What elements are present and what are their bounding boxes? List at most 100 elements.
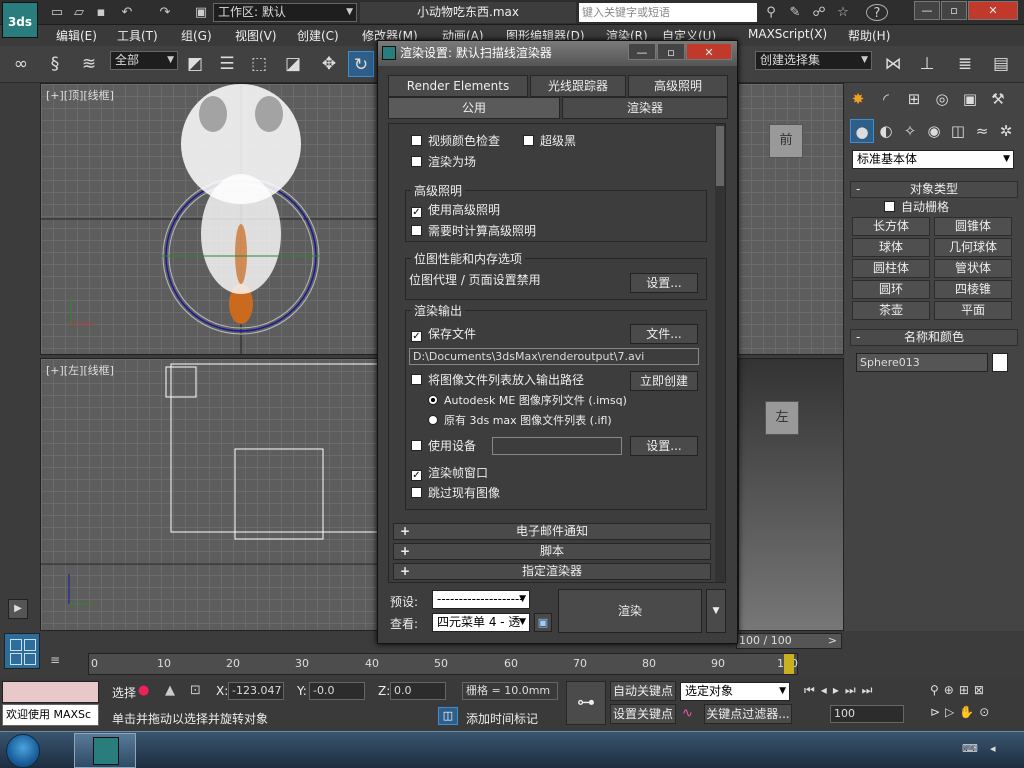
output-path-field[interactable]: D:\Documents\3dsMax\renderoutput\7.avi [409, 348, 699, 365]
utilities-tab-icon[interactable]: ⚒ [986, 87, 1010, 111]
cone-button[interactable]: 圆锥体 [934, 217, 1012, 236]
save-file-icon[interactable]: ▪ [92, 4, 110, 21]
set-key-icon[interactable]: ⊶ [566, 681, 606, 725]
menu-group[interactable]: 组(G) [181, 27, 212, 44]
key-tangent-icon[interactable]: ∿ [682, 706, 700, 722]
binoculars-icon[interactable]: ⚲ [762, 4, 780, 21]
systems-icon[interactable]: ✲ [994, 119, 1018, 143]
box-button[interactable]: 长方体 [852, 217, 930, 236]
tab-common[interactable]: 公用 [388, 97, 560, 119]
play-small-icon[interactable]: ▶ [8, 599, 28, 619]
maximize-button[interactable]: ▫ [941, 1, 967, 20]
put-image-list-checkbox[interactable]: 将图像文件列表放入输出路径 [411, 371, 584, 389]
hierarchy-tab-icon[interactable]: ⊞ [902, 87, 926, 111]
selection-filter-dropdown[interactable]: 全部 ▼ [110, 51, 178, 70]
app-logo-button[interactable]: 3ds [2, 2, 38, 38]
dialog-scrollbar[interactable] [715, 124, 725, 582]
modify-tab-icon[interactable]: ◜ [874, 87, 898, 111]
files-button[interactable]: 文件... [630, 324, 698, 344]
keyboard-icon[interactable]: ⌨ [962, 742, 978, 756]
redo-icon[interactable]: ↷ [156, 4, 174, 21]
menu-tools[interactable]: 工具(T) [117, 27, 158, 44]
tab-raytracer[interactable]: 光线跟踪器 [530, 75, 626, 97]
compute-adv-lighting-checkbox[interactable]: 需要时计算高级照明 [411, 222, 536, 240]
lock-view-icon[interactable]: ▣ [534, 613, 552, 632]
dialog-minimize-button[interactable]: — [628, 43, 656, 60]
rectangular-selection-icon[interactable]: ⬚ [246, 51, 272, 77]
torus-button[interactable]: 圆环 [852, 280, 930, 299]
viewport-nav-controls-bottom[interactable]: ⊳▷✋⊙ [930, 705, 1022, 723]
name-color-rollout[interactable]: - 名称和颜色 [850, 329, 1018, 346]
use-device-checkbox[interactable]: 使用设备 [411, 437, 476, 455]
device-setup-button[interactable]: 设置... [630, 436, 698, 456]
helpers-icon[interactable]: ◫ [946, 119, 970, 143]
set-key-button[interactable]: 设置关键点 [610, 704, 676, 724]
align-icon[interactable]: ⊥ [914, 51, 940, 77]
object-name-input[interactable]: Sphere013 [856, 353, 988, 372]
viewport-front[interactable]: 前 [738, 83, 844, 355]
key-mode-dropdown[interactable]: 选定对象 ▼ [680, 682, 790, 701]
open-file-icon[interactable]: ▱ [70, 4, 88, 21]
menu-maxscript[interactable]: MAXScript(X) [748, 27, 827, 41]
geosphere-button[interactable]: 几何球体 [934, 238, 1012, 257]
close-button[interactable]: ✕ [968, 1, 1018, 20]
auto-key-button[interactable]: 自动关键点 [610, 681, 676, 701]
sphere-button[interactable]: 球体 [852, 238, 930, 257]
auto-grid-checkbox[interactable]: 自动栅格 [884, 198, 949, 216]
window-crossing-icon[interactable]: ◪ [280, 51, 306, 77]
lights-icon[interactable]: ✧ [898, 119, 922, 143]
geometry-icon[interactable]: ● [850, 119, 874, 143]
preset-dropdown[interactable]: -------------------- ▼ [432, 590, 530, 609]
time-tag-icon[interactable]: ◫ [438, 707, 458, 725]
bitmap-setup-button[interactable]: 设置... [630, 273, 698, 293]
graphite-toolbar-icon[interactable]: ▤ [988, 51, 1014, 77]
use-adv-lighting-checkbox[interactable]: ✓ 使用高级照明 [411, 201, 500, 219]
lock-icon[interactable]: ▲ [165, 683, 181, 699]
display-tab-icon[interactable]: ▣ [958, 87, 982, 111]
device-field[interactable] [492, 437, 622, 455]
select-object-icon[interactable]: ◩ [182, 51, 208, 77]
maxscript-mini-listener[interactable]: 欢迎使用 MAXSc [2, 704, 99, 726]
create-tab-icon[interactable]: ✸ [846, 87, 870, 111]
viewport-perspective[interactable]: 左 [738, 358, 844, 631]
viewport-top[interactable]: [+][顶][线框] [40, 83, 380, 355]
project-folder-icon[interactable]: ▣ [192, 4, 210, 21]
motion-tab-icon[interactable]: ◎ [930, 87, 954, 111]
object-type-rollout[interactable]: - 对象类型 [850, 181, 1018, 198]
subscription-icon[interactable]: ✎ [786, 4, 804, 21]
render-to-fields-checkbox[interactable]: 渲染为场 [411, 153, 476, 171]
favorites-icon[interactable]: ☆ [834, 4, 852, 21]
named-selection-sets-dropdown[interactable]: 创建选择集 ▼ [755, 51, 872, 70]
select-move-icon[interactable]: ✥ [316, 51, 342, 77]
view-dropdown[interactable]: 四元菜单 4 - 透 ▼ [432, 613, 530, 632]
undo-icon[interactable]: ↶ [118, 4, 136, 21]
teapot-button[interactable]: 茶壶 [852, 301, 930, 320]
dialog-close-button[interactable]: ✕ [686, 43, 732, 60]
render-options-chevron-icon[interactable]: ▼ [706, 589, 726, 633]
cylinder-button[interactable]: 圆柱体 [852, 259, 930, 278]
taskbar-3dsmax-button[interactable] [74, 733, 136, 768]
menu-help[interactable]: 帮助(H) [848, 27, 890, 44]
current-frame-input[interactable]: 100 [830, 705, 904, 723]
search-input[interactable]: 键入关键字或短语 [579, 3, 757, 22]
x-coordinate-input[interactable]: -123.047 [228, 682, 284, 700]
scrollbar-thumb[interactable] [716, 126, 724, 186]
volume-icon[interactable]: ◂ [990, 742, 1006, 756]
add-time-tag[interactable]: 添加时间标记 [466, 710, 538, 727]
start-button[interactable] [6, 734, 40, 768]
skip-existing-checkbox[interactable]: 跳过现有图像 [411, 484, 500, 502]
unlink-icon[interactable]: § [42, 51, 68, 77]
scripts-rollout[interactable]: + 脚本 [393, 543, 711, 560]
bind-space-warp-icon[interactable]: ≋ [76, 51, 102, 77]
dialog-maximize-button[interactable]: ▫ [657, 43, 685, 60]
tab-advanced-lighting[interactable]: 高级照明 [628, 75, 728, 97]
absolute-mode-icon[interactable]: ⊡ [190, 683, 208, 699]
viewport-layout-icon[interactable] [4, 633, 40, 669]
video-color-check-checkbox[interactable]: 视频颜色检查 [411, 132, 500, 150]
z-coordinate-input[interactable]: 0.0 [390, 682, 446, 700]
menu-edit[interactable]: 编辑(E) [56, 27, 97, 44]
rendered-frame-window-checkbox[interactable]: ✓ 渲染帧窗口 [411, 464, 488, 482]
viewport-nav-controls-top[interactable]: ⚲⊕⊞⊠ [930, 683, 1022, 701]
tab-render-elements[interactable]: Render Elements [388, 75, 528, 97]
tab-renderer[interactable]: 渲染器 [562, 97, 728, 119]
